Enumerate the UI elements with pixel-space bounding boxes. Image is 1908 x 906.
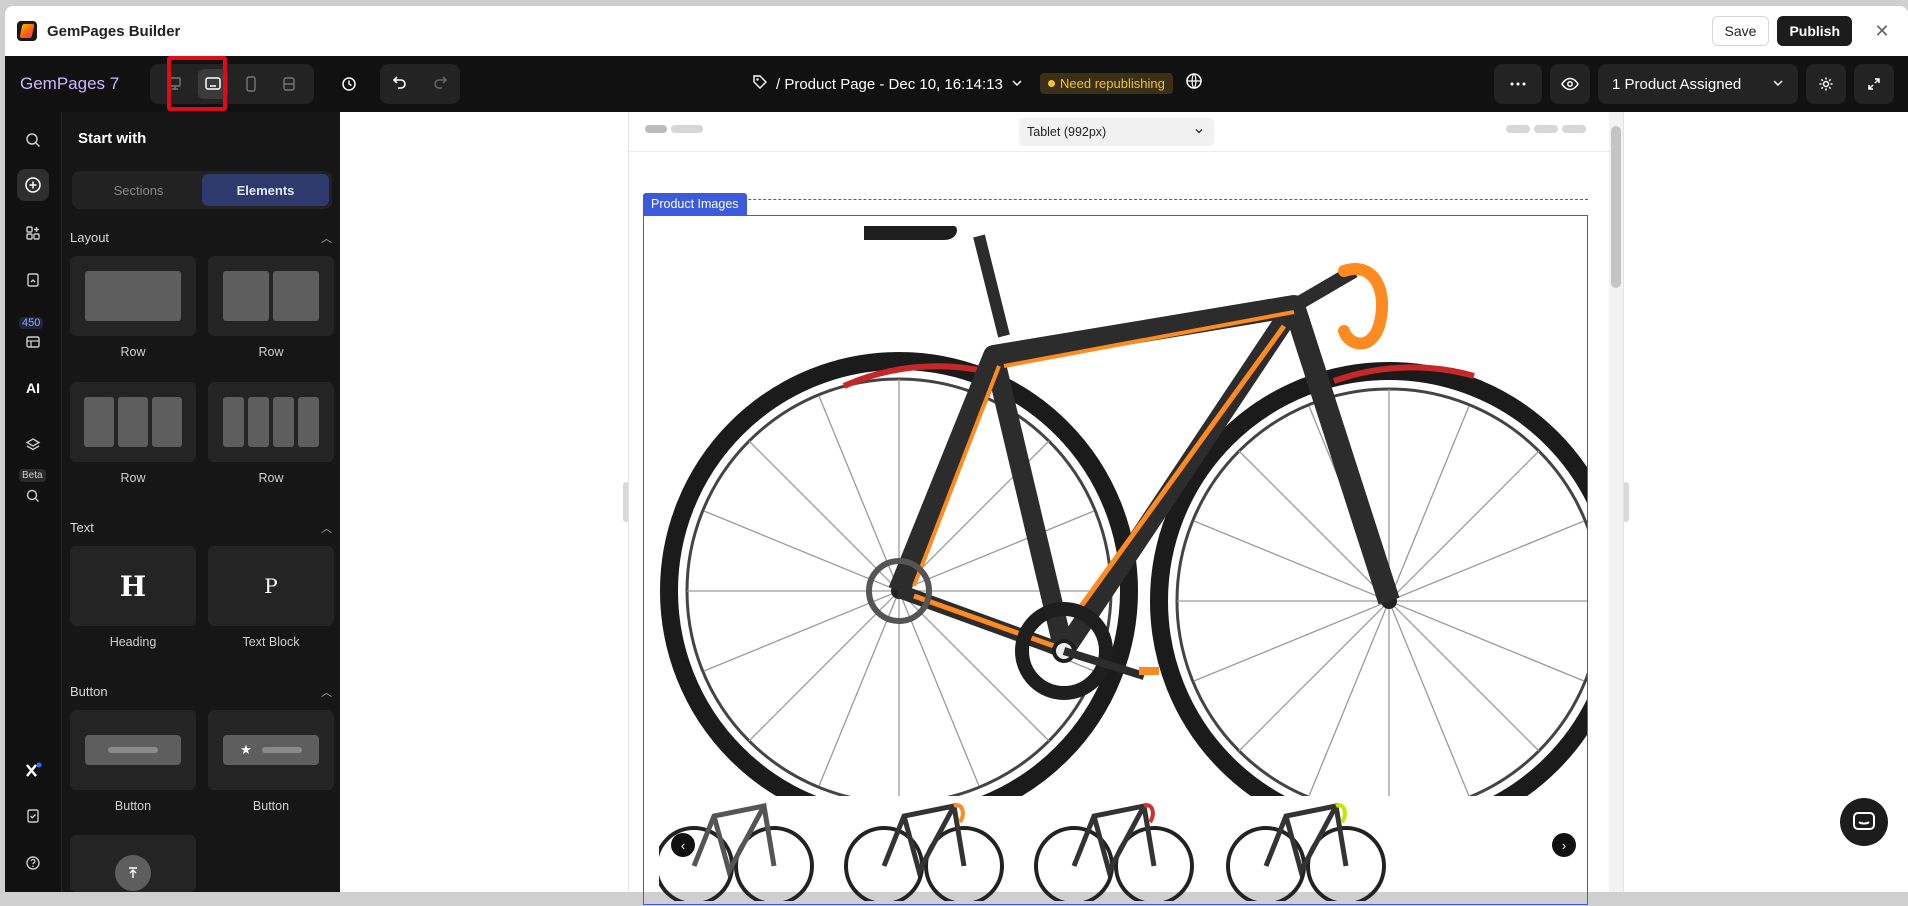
x-app-icon[interactable] bbox=[17, 754, 49, 786]
apps-icon[interactable] bbox=[17, 217, 49, 249]
responsive-view-icon[interactable] bbox=[274, 69, 304, 99]
layers-icon[interactable] bbox=[17, 429, 49, 461]
publish-button[interactable]: Publish bbox=[1777, 16, 1852, 46]
expand-icon[interactable] bbox=[1854, 64, 1894, 104]
tile-label: Row bbox=[120, 471, 146, 485]
chevron-down-icon bbox=[1194, 125, 1204, 139]
pages-icon[interactable] bbox=[17, 264, 49, 296]
tile-label: Row bbox=[120, 345, 146, 359]
undo-icon[interactable] bbox=[392, 74, 408, 95]
section-heading: Layout bbox=[70, 230, 110, 245]
undo-redo-group bbox=[380, 64, 460, 104]
paragraph-glyph-icon: P bbox=[264, 574, 278, 598]
page-title: / Product Page - Dec 10, 16:14:13 bbox=[776, 75, 1003, 93]
tab-sections[interactable]: Sections bbox=[75, 174, 202, 206]
thumbnail-4 bbox=[1226, 803, 1386, 906]
chevron-up-icon: ︿ bbox=[321, 687, 332, 699]
button-tile[interactable] bbox=[70, 710, 196, 790]
thumbnail-2 bbox=[844, 803, 1004, 906]
chat-icon bbox=[1853, 812, 1875, 830]
panel-title: Start with bbox=[78, 130, 147, 147]
mobile-view-icon[interactable] bbox=[236, 69, 266, 99]
status-badge: Need republishing bbox=[1040, 73, 1173, 94]
builder-window: GemPages Builder Save Publish ✕ GemPages… bbox=[0, 0, 1908, 906]
inspector-icon[interactable] bbox=[17, 480, 49, 512]
back-to-top-tile[interactable] bbox=[70, 835, 196, 892]
star-icon: ★ bbox=[240, 742, 252, 757]
highlight-box bbox=[167, 56, 227, 111]
globe-icon[interactable] bbox=[1185, 72, 1203, 95]
tag-icon bbox=[752, 74, 768, 94]
layout-section-header[interactable]: Layout ︿ bbox=[70, 230, 332, 246]
chevron-up-icon: ︿ bbox=[321, 523, 332, 535]
app-title: GemPages Builder bbox=[47, 22, 181, 40]
settings-gear-icon[interactable] bbox=[1806, 64, 1846, 104]
row-3-col-tile[interactable] bbox=[70, 382, 196, 462]
chat-support-button[interactable] bbox=[1840, 798, 1888, 846]
gempages-logo-icon bbox=[17, 21, 37, 41]
add-element-icon[interactable] bbox=[17, 169, 49, 201]
section-heading: Text bbox=[70, 520, 94, 535]
thumbnail-strip: ‹ › bbox=[654, 791, 1589, 906]
redo-icon[interactable] bbox=[432, 74, 448, 95]
brand-label: GemPages 7 bbox=[20, 74, 120, 93]
save-button[interactable]: Save bbox=[1711, 16, 1770, 46]
product-images-element[interactable]: ‹ › bbox=[643, 215, 1628, 906]
assigned-label: 1 Product Assigned bbox=[1612, 75, 1742, 93]
elements-panel: Start with Sections Elements Layout ︿ Ro… bbox=[61, 112, 340, 892]
canvas-scrollbar[interactable] bbox=[1609, 112, 1623, 892]
heading-tile[interactable]: H bbox=[70, 546, 196, 626]
carousel-prev-button[interactable]: ‹ bbox=[671, 833, 695, 857]
device-size-value: Tablet (992px) bbox=[1027, 125, 1107, 139]
button-section-header[interactable]: Button ︿ bbox=[70, 684, 332, 700]
chevron-down-icon bbox=[1772, 76, 1784, 93]
tile-label: Row bbox=[258, 471, 284, 485]
status-dot bbox=[1048, 80, 1055, 87]
close-icon[interactable]: ✕ bbox=[1870, 19, 1894, 43]
status-text: Need republishing bbox=[1060, 76, 1165, 91]
tile-label: Text Block bbox=[242, 635, 300, 649]
chevron-up-icon: ︿ bbox=[321, 233, 332, 245]
chevron-down-icon bbox=[1011, 76, 1023, 93]
tablet-frame: Tablet (992px) Product Images ‹ › bbox=[628, 112, 1628, 906]
page-title-selector[interactable]: / Product Page - Dec 10, 16:14:13 bbox=[752, 56, 1023, 112]
scrollbar-thumb[interactable] bbox=[1611, 126, 1621, 288]
thumbnail-3 bbox=[1034, 803, 1194, 906]
row-4-col-tile[interactable] bbox=[208, 382, 334, 462]
selection-outline bbox=[643, 199, 1588, 200]
more-icon[interactable] bbox=[1494, 64, 1542, 104]
bicycle-image-icon bbox=[660, 226, 1628, 840]
element-label[interactable]: Product Images bbox=[643, 193, 747, 215]
row-2-col-tile[interactable] bbox=[208, 256, 334, 336]
title-bar: GemPages Builder Save Publish ✕ bbox=[5, 6, 1908, 56]
tile-label: Button bbox=[114, 799, 152, 813]
tile-label: Button bbox=[252, 799, 290, 813]
checklist-icon[interactable] bbox=[17, 800, 49, 832]
text-section-header[interactable]: Text ︿ bbox=[70, 520, 332, 536]
row-1-col-tile[interactable] bbox=[70, 256, 196, 336]
heading-glyph-icon: H bbox=[119, 569, 147, 603]
canvas-top-strip: Tablet (992px) bbox=[629, 112, 1609, 152]
arrow-up-icon bbox=[115, 855, 151, 891]
ai-icon[interactable]: AI bbox=[17, 372, 49, 404]
product-assigned-dropdown[interactable]: 1 Product Assigned bbox=[1598, 64, 1798, 104]
icon-button-tile[interactable]: ★ bbox=[208, 710, 334, 790]
product-main-image[interactable] bbox=[644, 216, 1628, 840]
editor-canvas: Tablet (992px) Product Images ‹ › bbox=[340, 112, 1908, 906]
editor-toolbar: GemPages 7 / Product Page - Dec 10, 16:1… bbox=[5, 56, 1908, 112]
preview-eye-icon[interactable] bbox=[1550, 64, 1590, 104]
text-block-tile[interactable]: P bbox=[208, 546, 334, 626]
search-icon[interactable] bbox=[17, 124, 49, 156]
history-icon[interactable] bbox=[334, 69, 364, 99]
panel-tabs: Sections Elements bbox=[72, 171, 332, 209]
tab-elements[interactable]: Elements bbox=[202, 174, 329, 206]
tile-label: Heading bbox=[109, 635, 157, 649]
carousel-next-button[interactable]: › bbox=[1552, 833, 1576, 857]
tile-label: Row bbox=[258, 345, 284, 359]
left-icon-rail: 450 AI Beta bbox=[5, 112, 61, 892]
device-size-select[interactable]: Tablet (992px) bbox=[1019, 118, 1214, 146]
help-icon[interactable] bbox=[17, 847, 49, 879]
library-icon[interactable] bbox=[17, 326, 49, 358]
section-heading: Button bbox=[70, 684, 108, 699]
